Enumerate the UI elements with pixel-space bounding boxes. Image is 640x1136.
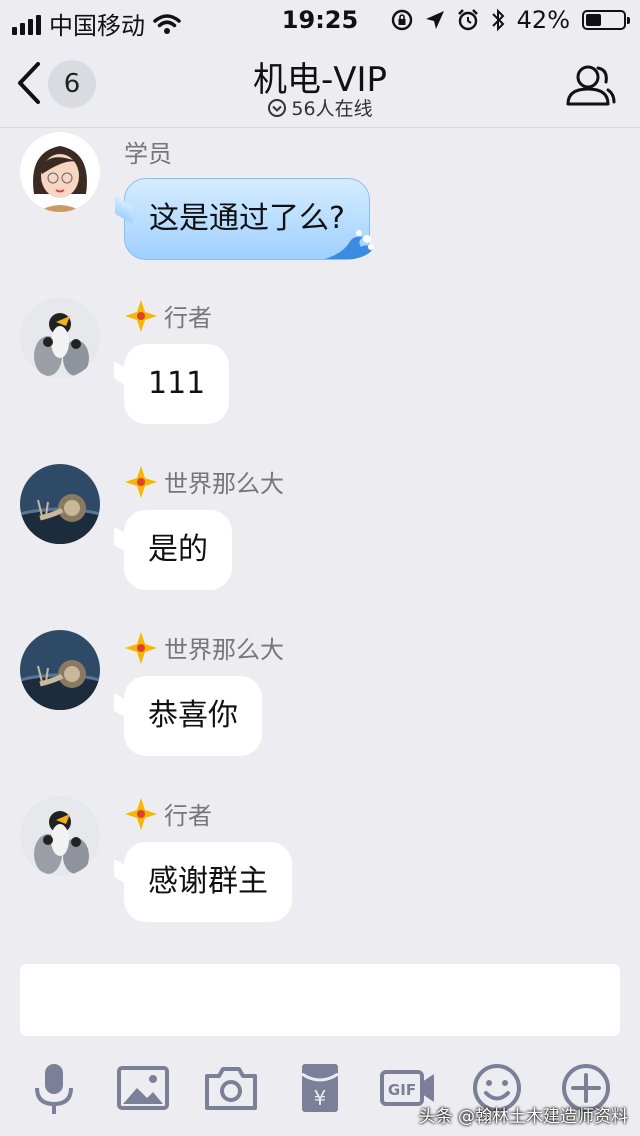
penguin-avatar[interactable] [20,796,100,876]
online-count-label: 56人在线 [291,98,373,120]
message-bubble[interactable]: 感谢群主 [124,842,292,922]
location-icon [425,11,444,29]
message-text: 恭喜你 [148,698,238,733]
nav-bar: 6 机电-VIP 56人在线 [0,40,640,128]
message-input[interactable] [20,964,620,1036]
sender-name: 行者 [124,298,212,333]
vip-star-icon [125,631,157,664]
vip-star-icon [125,465,157,498]
message-bubble[interactable]: 恭喜你 [124,676,262,756]
vip-star-icon [125,299,157,332]
message-bubble[interactable]: 111 [124,344,230,424]
bluetooth-icon [491,8,505,32]
message-item: 世界那么大 是的 [0,460,640,590]
sender-name: 世界那么大 [124,464,284,499]
status-bar: 中国移动 19:25 42% [0,0,640,40]
message-item: 行者 111 [0,294,640,424]
rotation-lock-icon [391,9,412,31]
message-item: 行者 感谢群主 [0,792,640,922]
message-bubble[interactable]: 是的 [124,510,232,590]
online-count[interactable]: 56人在线 [0,94,640,121]
chat-message-list[interactable]: 学员 这是通过了么? 行者 111 世界那么大 是的 世界那么大 恭喜你 行者 … [0,128,640,938]
chevron-down-circle-icon [268,98,287,117]
watermark: 头条 @翰林土木建造师资料 [418,1107,628,1127]
battery-level [586,14,601,26]
microphone-icon[interactable] [26,1060,82,1116]
alarm-icon [457,9,478,31]
svg-text:¥: ¥ [314,1086,327,1110]
group-members-icon[interactable] [564,62,616,110]
message-bubble[interactable]: 这是通过了么? [124,178,374,260]
camera-icon[interactable] [203,1060,259,1116]
message-item: 世界那么大 恭喜你 [0,626,640,756]
image-icon[interactable] [115,1060,171,1116]
svg-text:GIF: GIF [388,1081,416,1099]
sender-name: 行者 [124,796,212,831]
message-text: 感谢群主 [148,864,268,899]
sender-name: 学员 [124,140,172,168]
battery-icon [582,10,630,30]
penguin-avatar[interactable] [20,298,100,378]
snail-avatar[interactable] [20,630,100,710]
battery-percent: 42% [516,6,570,34]
red-packet-icon[interactable]: ¥ [292,1060,348,1116]
vip-star-icon [125,797,157,830]
girl-avatar[interactable] [20,132,100,212]
message-item: 学员 这是通过了么? [0,128,640,260]
message-text: 这是通过了么? [149,201,345,236]
sender-name: 世界那么大 [124,630,284,665]
message-text: 是的 [148,532,208,567]
wave-decoration-icon [324,230,374,259]
snail-avatar[interactable] [20,464,100,544]
message-text: 111 [148,366,206,401]
